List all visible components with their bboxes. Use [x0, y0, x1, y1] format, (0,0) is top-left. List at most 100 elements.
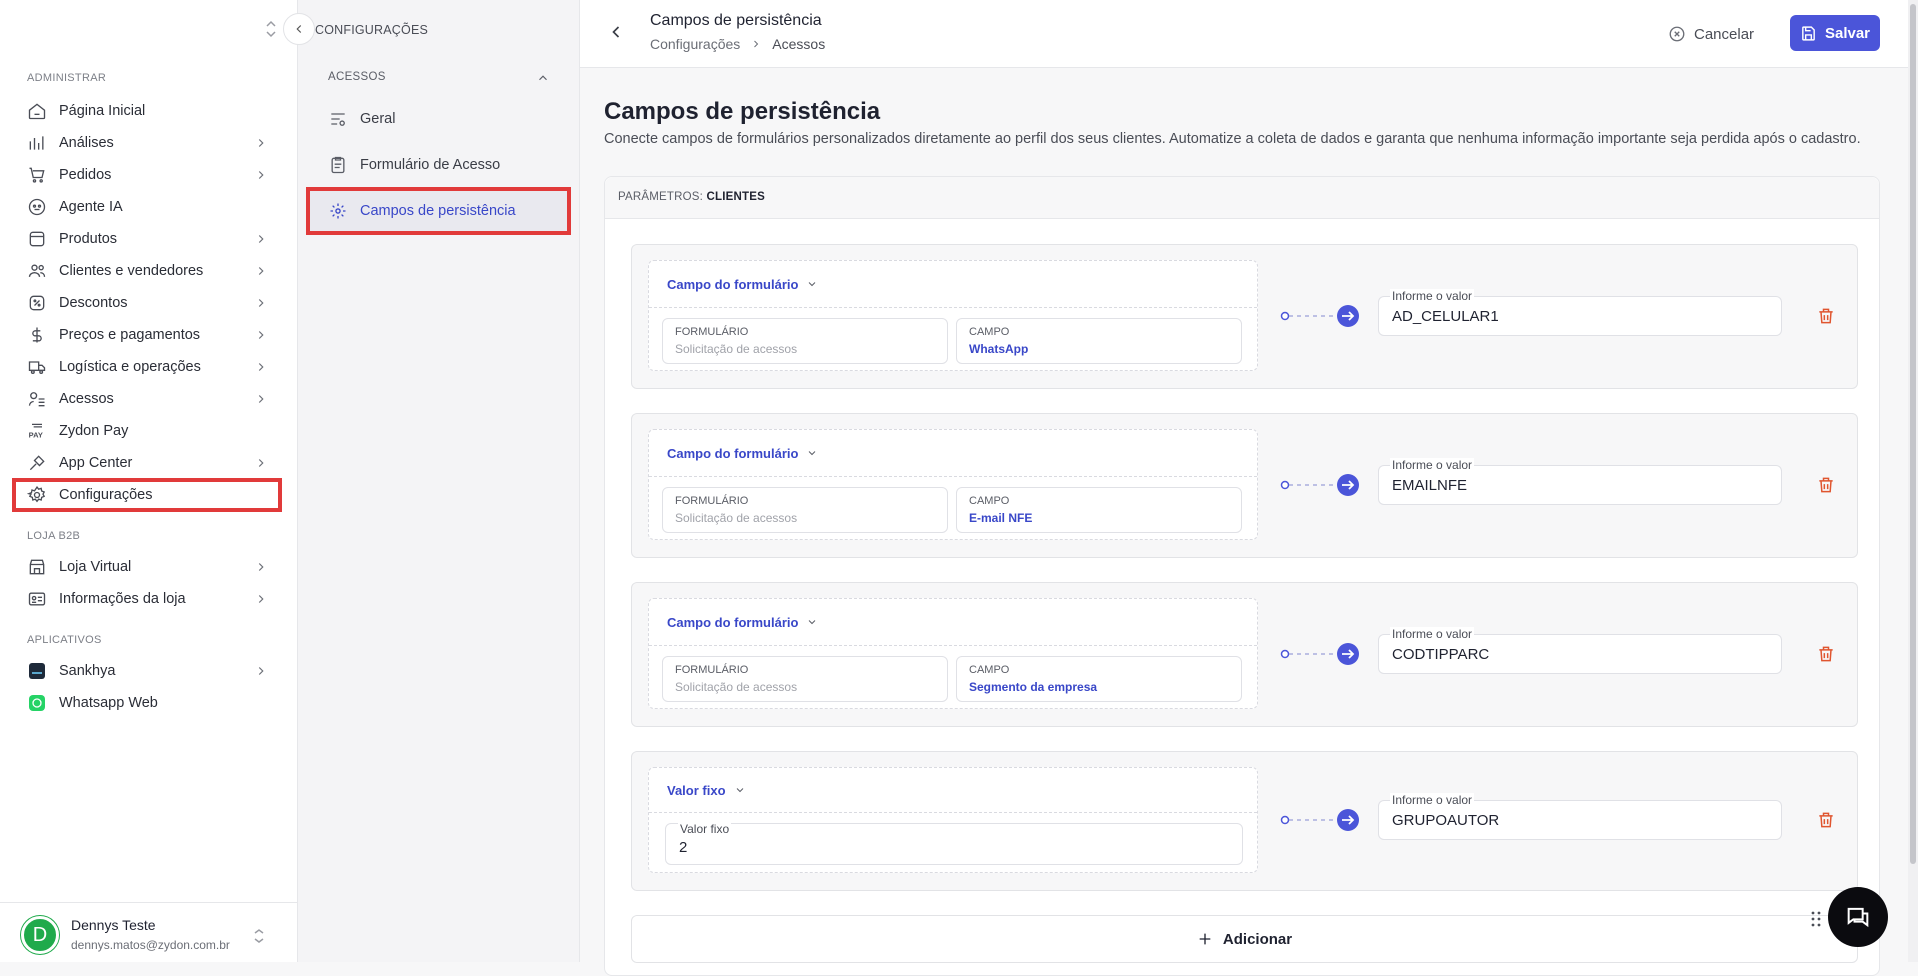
- scrollbar[interactable]: [1908, 0, 1918, 962]
- user-email: dennys.matos@zydon.com.br: [71, 938, 230, 952]
- target-value-input[interactable]: Informe o valor AD_CELULAR1: [1378, 289, 1782, 336]
- target-label: Informe o valor: [1390, 458, 1475, 472]
- page-description: Conecte campos de formulários personaliz…: [604, 131, 1861, 147]
- page-title: Campos de persistência: [604, 98, 881, 125]
- source-type-select[interactable]: Valor fixo: [649, 768, 1257, 813]
- chevron-down-icon: [806, 616, 818, 628]
- cancel-button[interactable]: Cancelar: [1668, 20, 1754, 48]
- sidebar-item-clientes[interactable]: Clientes e vendedores: [14, 256, 280, 286]
- source-type-select[interactable]: Campo do formulário: [649, 599, 1257, 646]
- trash-icon[interactable]: [1816, 644, 1836, 664]
- sidebar-item-precos[interactable]: Preços e pagamentos: [14, 320, 280, 350]
- params-value: CLIENTES: [706, 191, 765, 203]
- subnav-section-label[interactable]: ACESSOS: [328, 71, 386, 83]
- sidebar-item-zydon-pay[interactable]: PAY Zydon Pay: [14, 416, 280, 446]
- connector: [1280, 642, 1360, 666]
- sidebar-item-label: Configurações: [59, 487, 153, 503]
- chevron-right-icon: [254, 168, 268, 182]
- field-select[interactable]: CAMPO Segmento da empresa: [956, 656, 1242, 702]
- workspace-selector-icon[interactable]: [262, 18, 280, 40]
- sidebar-item-pedidos[interactable]: Pedidos: [14, 160, 280, 190]
- dollar-icon: [27, 325, 47, 345]
- sidebar-item-app-center[interactable]: App Center: [14, 448, 280, 478]
- sidebar-item-whatsapp-web[interactable]: Whatsapp Web: [14, 688, 280, 718]
- source-type-select[interactable]: Campo do formulário: [649, 261, 1257, 308]
- subnav-item-formulario-acesso[interactable]: Formulário de Acesso: [310, 145, 567, 185]
- sidebar-item-informacoes-loja[interactable]: Informações da loja: [14, 584, 280, 614]
- form-select[interactable]: FORMULÁRIO Solicitação de acessos: [662, 487, 948, 533]
- params-header: PARÂMETROS: CLIENTES: [605, 177, 1879, 219]
- drag-grip-icon[interactable]: [1810, 910, 1822, 928]
- store-icon: [27, 557, 47, 577]
- chevron-right-icon: [254, 560, 268, 574]
- subnav-item-geral[interactable]: Geral: [310, 99, 567, 139]
- sidebar-item-loja-virtual[interactable]: Loja Virtual: [14, 552, 280, 582]
- back-button[interactable]: [606, 22, 626, 42]
- sankhya-icon: [27, 661, 47, 681]
- fixed-value-input[interactable]: Valor fixo 2: [665, 822, 1243, 865]
- arrow-connector-icon: [1280, 305, 1359, 327]
- sidebar-item-agente-ia[interactable]: Agente IA: [14, 192, 280, 222]
- sidebar-item-analises[interactable]: Análises: [14, 128, 280, 158]
- field-select[interactable]: CAMPO WhatsApp: [956, 318, 1242, 364]
- subnav-item-campos-persistencia[interactable]: Campos de persistência: [306, 187, 571, 235]
- save-button[interactable]: Salvar: [1790, 15, 1880, 51]
- sidebar-item-label: Página Inicial: [59, 103, 146, 119]
- user-profile[interactable]: D Dennys Teste dennys.matos@zydon.com.br: [0, 902, 298, 962]
- chevron-right-icon: [254, 232, 268, 246]
- sidebar-item-logistica[interactable]: Logística e operações: [14, 352, 280, 382]
- sidebar: ADMINISTRAR Página Inicial Análises Pedi…: [0, 0, 298, 962]
- sidebar-item-home[interactable]: Página Inicial: [14, 96, 280, 126]
- collapse-sidebar-button[interactable]: [283, 13, 315, 45]
- trash-icon[interactable]: [1816, 810, 1836, 830]
- chevron-left-icon: [292, 22, 306, 36]
- connector: [1280, 304, 1360, 328]
- sidebar-item-label: Pedidos: [59, 167, 112, 183]
- chat-icon: [1844, 903, 1872, 931]
- sidebar-item-descontos[interactable]: Descontos: [14, 288, 280, 318]
- id-card-icon: [27, 589, 47, 609]
- field-select[interactable]: CAMPO E-mail NFE: [956, 487, 1242, 533]
- avatar: D: [21, 916, 59, 954]
- access-icon: [27, 389, 47, 409]
- connector: [1280, 808, 1360, 832]
- sidebar-item-acessos[interactable]: Acessos: [14, 384, 280, 414]
- add-button[interactable]: Adicionar: [631, 915, 1858, 963]
- target-value-input[interactable]: Informe o valor EMAILNFE: [1378, 458, 1782, 505]
- scrollbar-thumb[interactable]: [1910, 4, 1916, 864]
- source-type-label: Valor fixo: [667, 782, 726, 798]
- source-field-box: Campo do formulário FORMULÁRIO Solicitaç…: [648, 429, 1258, 540]
- sidebar-item-label: Análises: [59, 135, 114, 151]
- chevron-right-icon: [254, 456, 268, 470]
- trash-icon[interactable]: [1816, 306, 1836, 326]
- chat-button[interactable]: [1828, 887, 1888, 947]
- sidebar-item-sankhya[interactable]: Sankhya: [14, 656, 280, 686]
- breadcrumb-current: Acessos: [772, 36, 826, 52]
- chevron-up-icon[interactable]: [536, 71, 550, 85]
- trash-icon[interactable]: [1816, 475, 1836, 495]
- header-title: Campos de persistência: [650, 12, 822, 29]
- truck-icon: [27, 357, 47, 377]
- target-value-input[interactable]: Informe o valor CODTIPPARC: [1378, 627, 1782, 674]
- discount-icon: [27, 293, 47, 313]
- field-label: CAMPO: [969, 664, 1010, 676]
- form-select[interactable]: FORMULÁRIO Solicitação de acessos: [662, 656, 948, 702]
- sidebar-item-label: Loja Virtual: [59, 559, 132, 575]
- cancel-label: Cancelar: [1694, 25, 1755, 43]
- breadcrumb-item[interactable]: Configurações: [650, 36, 740, 52]
- field-label: CAMPO: [969, 326, 1010, 338]
- field-value: WhatsApp: [969, 342, 1029, 356]
- target-value-input[interactable]: Informe o valor GRUPOAUTOR: [1378, 793, 1782, 840]
- add-label: Adicionar: [1222, 930, 1293, 948]
- sidebar-item-produtos[interactable]: Produtos: [14, 224, 280, 254]
- source-type-select[interactable]: Campo do formulário: [649, 430, 1257, 477]
- target-value: CODTIPPARC: [1392, 646, 1490, 663]
- sidebar-item-configuracoes[interactable]: Configurações: [12, 478, 282, 512]
- sidebar-item-label: Informações da loja: [59, 591, 186, 607]
- users-icon: [27, 261, 47, 281]
- chevron-updown-icon[interactable]: [252, 927, 266, 945]
- page-header: Campos de persistência Configurações Ace…: [580, 0, 1912, 68]
- form-select[interactable]: FORMULÁRIO Solicitação de acessos: [662, 318, 948, 364]
- source-field-box: Valor fixo Valor fixo 2: [648, 767, 1258, 873]
- gear-icon: [27, 485, 47, 505]
